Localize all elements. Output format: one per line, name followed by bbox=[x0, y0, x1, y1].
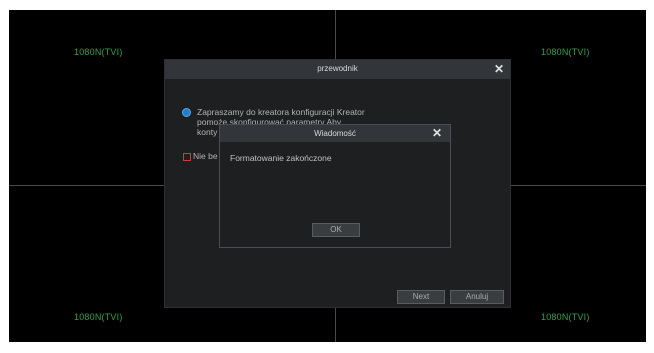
message-titlebar[interactable]: Wiadomość ✕ bbox=[220, 125, 450, 142]
message-text: Formatowanie zakończone bbox=[230, 153, 332, 163]
channel-label-bottom-left: 1080N(TVI) bbox=[74, 312, 123, 322]
close-icon[interactable]: ✕ bbox=[494, 63, 504, 75]
video-grid: 1080N(TVI) 1080N(TVI) 1080N(TVI) 1080N(T… bbox=[9, 10, 646, 342]
message-dialog: Wiadomość ✕ Formatowanie zakończone OK bbox=[219, 124, 451, 248]
intro-text-line-3: konty bbox=[197, 127, 218, 137]
channel-label-bottom-right: 1080N(TVI) bbox=[541, 312, 590, 322]
radio-selected-icon[interactable] bbox=[183, 109, 190, 116]
cancel-button[interactable]: Anuluj bbox=[450, 290, 504, 304]
dont-show-again-label: Nie be bbox=[193, 151, 218, 161]
wizard-title: przewodnik bbox=[317, 64, 358, 73]
channel-label-top-right: 1080N(TVI) bbox=[541, 47, 590, 57]
channel-label-top-left: 1080N(TVI) bbox=[74, 47, 123, 57]
message-title: Wiadomość bbox=[314, 129, 356, 138]
ok-button[interactable]: OK bbox=[312, 223, 360, 237]
wizard-titlebar[interactable]: przewodnik ✕ bbox=[165, 60, 510, 79]
dont-show-again-checkbox[interactable] bbox=[183, 153, 191, 161]
next-button[interactable]: Next bbox=[397, 290, 445, 304]
close-icon[interactable]: ✕ bbox=[432, 127, 442, 139]
intro-text-line-1: Zapraszamy do kreatora konfiguracji Krea… bbox=[197, 107, 365, 117]
